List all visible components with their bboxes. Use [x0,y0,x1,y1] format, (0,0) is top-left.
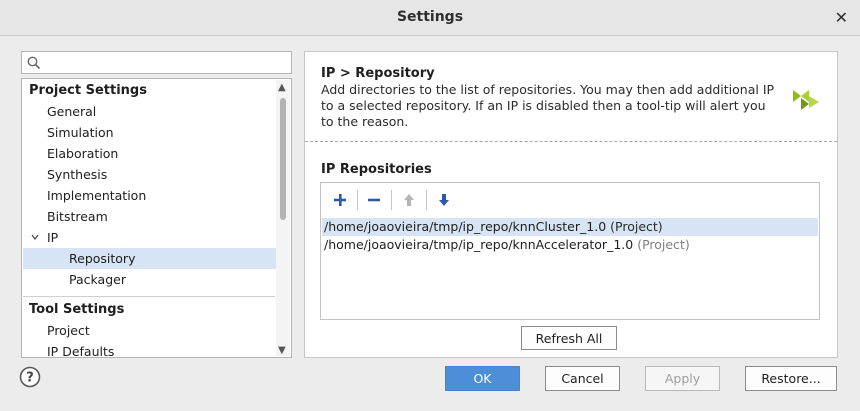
repository-path: /home/joaovieira/tmp/ip_repo/knnAccelera… [324,237,634,252]
window-title: Settings [396,9,464,25]
add-icon [334,194,346,206]
add-repository-button[interactable] [329,190,351,210]
tree-divider [23,296,275,297]
tree-item-implementation[interactable]: Implementation [23,185,277,206]
panel-heading: IP > Repository [321,66,435,81]
repository-tag: (Project) [610,219,663,234]
vendor-logo-icon [793,90,819,110]
tree-item-bitstream[interactable]: Bitstream [23,206,277,227]
tree-item-synthesis[interactable]: Synthesis [23,164,277,185]
tree-scrollbar[interactable]: ▲ ▼ [276,80,290,356]
repository-path: /home/joaovieira/tmp/ip_repo/knnCluster_… [324,219,607,234]
tree-item-ip[interactable]: IP [23,227,277,248]
panel-description: Add directories to the list of repositor… [321,82,791,130]
description-line: to a selected repository. If an IP is di… [321,98,766,113]
tree-section-project-settings[interactable]: Project Settings [23,80,277,101]
settings-panel: IP > Repository Add directories to the l… [304,51,838,358]
repository-item[interactable]: /home/joaovieira/tmp/ip_repo/knnCluster_… [322,218,818,236]
repository-tag: (Project) [637,237,690,252]
description-line: to the reason. [321,114,409,129]
tree-item-packager[interactable]: Packager [23,269,277,290]
tree-item-repository[interactable]: Repository [23,248,277,269]
repository-toolbar [321,183,819,216]
toolbar-separator [357,190,358,210]
panel-divider [305,141,837,142]
tree-item-ip-defaults[interactable]: IP Defaults [23,341,277,357]
repository-list[interactable]: /home/joaovieira/tmp/ip_repo/knnCluster_… [320,182,820,320]
scroll-down-icon[interactable]: ▼ [278,345,286,356]
search-icon [27,56,41,70]
toolbar-separator [426,190,427,210]
move-down-icon [439,194,449,206]
help-icon[interactable]: ? [19,366,41,388]
scroll-up-icon[interactable]: ▲ [278,82,286,93]
search-box[interactable] [21,51,292,74]
tree-item-simulation[interactable]: Simulation [23,122,277,143]
description-line: Add directories to the list of repositor… [321,82,775,97]
ok-button[interactable]: OK [445,366,520,391]
cancel-button[interactable]: Cancel [545,366,620,391]
move-up-button[interactable] [398,190,420,210]
repository-item[interactable]: /home/joaovieira/tmp/ip_repo/knnAccelera… [322,236,818,254]
search-input[interactable] [44,54,284,71]
tree-section-tool-settings[interactable]: Tool Settings [23,299,277,320]
tree-item-project[interactable]: Project [23,320,277,341]
scrollbar-thumb[interactable] [280,98,286,220]
tree-item-ip-label: IP [47,230,59,245]
toolbar-separator [391,190,392,210]
chevron-down-icon[interactable] [31,233,39,241]
remove-repository-button[interactable] [363,190,385,210]
close-icon[interactable]: ✕ [835,8,848,27]
refresh-all-button[interactable]: Refresh All [521,326,617,350]
svg-text:?: ? [26,371,34,386]
settings-tree[interactable]: Project Settings General Simulation Elab… [21,78,292,358]
restore-button[interactable]: Restore... [745,366,837,391]
tree-item-elaboration[interactable]: Elaboration [23,143,277,164]
move-up-icon [404,194,414,206]
tree-item-general[interactable]: General [23,101,277,122]
remove-icon [368,198,380,202]
repositories-label: IP Repositories [321,162,432,177]
apply-button[interactable]: Apply [645,366,720,391]
title-bar: Settings ✕ [0,0,860,36]
move-down-button[interactable] [433,190,455,210]
